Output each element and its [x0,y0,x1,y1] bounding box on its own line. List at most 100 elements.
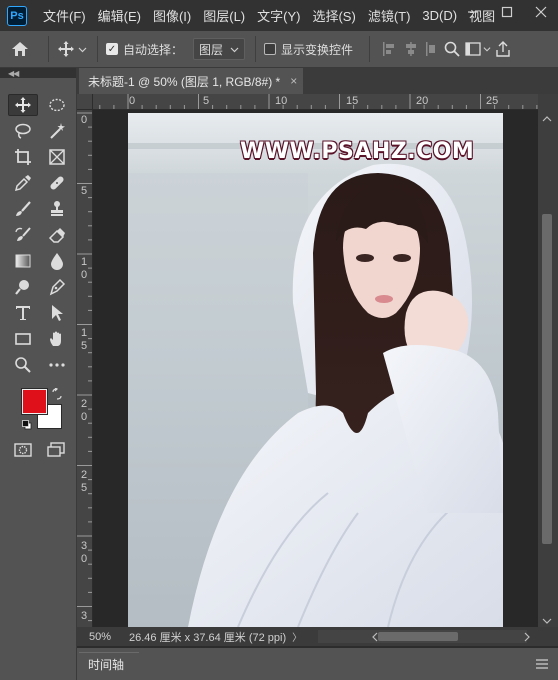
divider [255,36,257,62]
vertical-scroll-thumb[interactable] [542,214,552,544]
horizontal-scroll-thumb[interactable] [378,632,458,641]
magic-wand-tool-icon[interactable] [42,120,72,142]
menu-bar: Ps 文件(F) 编辑(E) 图像(I) 图层(L) 文字(Y) 选择(S) 滤… [0,0,558,31]
panel-menu-icon[interactable] [536,658,548,672]
vertical-scrollbar[interactable] [538,94,558,627]
chevron-down-icon [78,47,87,52]
history-brush-tool-icon[interactable] [8,224,38,246]
align-left-icon[interactable] [378,41,400,57]
healing-brush-tool-icon[interactable] [42,172,72,194]
auto-select-checkbox[interactable]: ✓ [106,43,118,55]
dodge-tool-icon[interactable] [8,276,38,298]
frame-tool-icon[interactable] [42,146,72,168]
home-icon[interactable] [0,41,40,57]
divider [48,36,49,62]
collapse-panel-icon[interactable]: ◀◀ [0,68,76,78]
horizontal-ruler[interactable]: 0 5 10 15 20 25 [93,94,538,110]
vertical-ruler[interactable]: 0 5 10 15 20 25 30 3 [77,110,93,627]
rectangle-tool-icon[interactable] [8,328,38,350]
distribute-icon[interactable] [422,41,440,57]
menu-type[interactable]: 文字(Y) [251,6,306,25]
eyedropper-tool-icon[interactable] [8,172,38,194]
share-icon[interactable] [492,41,514,57]
crop-tool-icon[interactable] [8,146,38,168]
document-photo[interactable]: WWW.PSAHZ.COM [128,113,503,627]
foreground-color-swatch[interactable] [21,388,48,415]
scroll-up-icon[interactable] [542,112,552,126]
ruler-label: 5 [81,185,88,197]
menu-edit[interactable]: 编辑(E) [92,6,147,25]
maximize-icon[interactable] [490,0,524,24]
auto-select-target-dropdown[interactable]: 图层 [193,38,246,60]
more-tools-icon[interactable] [42,354,72,376]
ruler-label: 30 [81,540,88,565]
ruler-label: 20 [81,398,88,423]
canvas-area[interactable]: WWW.PSAHZ.COM [93,110,538,627]
brush-tool-icon[interactable] [8,198,38,220]
document-tab[interactable]: 未标题-1 @ 50% (图层 1, RGB/8#) * × [79,68,303,94]
horizontal-scrollbar[interactable] [318,630,527,643]
status-bar: 50% 26.46 厘米 x 37.64 厘米 (72 ppi) 〉 [77,627,558,646]
photo-illustration [128,113,503,627]
search-icon[interactable] [440,41,464,57]
menu-filter[interactable]: 滤镜(T) [362,6,417,25]
window-controls [456,0,558,24]
minimize-icon[interactable] [456,0,490,24]
gradient-tool-icon[interactable] [8,250,38,272]
ruler-label: 10 [81,256,88,281]
align-center-icon[interactable] [400,41,422,57]
timeline-tab[interactable]: 时间轴 [79,652,139,676]
ruler-label: 5 [203,95,210,107]
photoshop-logo: Ps [7,5,27,26]
ruler-label: 15 [346,95,359,107]
move-icon [58,41,74,57]
ruler-label: 15 [81,327,88,352]
move-tool-icon[interactable] [8,94,38,116]
scroll-down-icon[interactable] [542,614,552,628]
eraser-tool-icon[interactable] [42,224,72,246]
swap-colors-icon[interactable] [51,387,63,403]
menu-file[interactable]: 文件(F) [37,6,92,25]
options-bar: ✓ 自动选择： 图层 显示变换控件 [0,31,558,68]
chevron-down-icon [230,47,239,52]
document-tabs: 未标题-1 @ 50% (图层 1, RGB/8#) * × [77,68,558,94]
type-tool-icon[interactable] [8,302,38,324]
screen-mode-icon[interactable] [47,442,65,461]
hand-tool-icon[interactable] [42,328,72,350]
path-selection-tool-icon[interactable] [42,302,72,324]
horizontal-ruler-ticks [99,94,538,109]
pen-tool-icon[interactable] [42,276,72,298]
blur-tool-icon[interactable] [42,250,72,272]
lasso-tool-icon[interactable] [8,120,38,142]
timeline-label: 时间轴 [88,658,125,672]
menu-layer[interactable]: 图层(L) [197,6,251,25]
clone-stamp-tool-icon[interactable] [42,198,72,220]
zoom-tool-icon[interactable] [8,354,38,376]
divider [97,36,98,62]
move-tool-preset[interactable] [57,40,89,58]
divider [369,36,371,62]
marquee-tool-icon[interactable] [42,94,72,116]
ruler-label: 25 [81,469,88,494]
status-menu-arrow[interactable]: 〉 [292,629,302,644]
scroll-right-icon[interactable] [523,632,531,645]
menu-image[interactable]: 图像(I) [147,6,197,25]
ruler-label: 10 [275,95,288,107]
default-colors-icon[interactable] [22,419,32,433]
zoom-level[interactable]: 50% [77,631,119,643]
show-transform-checkbox[interactable] [264,43,277,55]
workspace-icon[interactable] [464,42,492,56]
ruler-label: 0 [129,95,136,107]
color-swatches [0,384,77,434]
scroll-left-icon[interactable] [371,632,379,645]
auto-select-label: 自动选择： [123,42,184,57]
ruler-label: 0 [81,114,88,126]
close-icon[interactable] [524,0,558,24]
menu-select[interactable]: 选择(S) [306,6,361,25]
show-transform-label: 显示变换控件 [281,42,354,57]
tools-panel: ◀◀ [0,68,77,680]
ruler-origin[interactable] [77,94,93,110]
ruler-label: 3 [81,610,88,622]
close-tab-icon[interactable]: × [290,74,297,88]
quick-mask-icon[interactable] [14,442,32,461]
